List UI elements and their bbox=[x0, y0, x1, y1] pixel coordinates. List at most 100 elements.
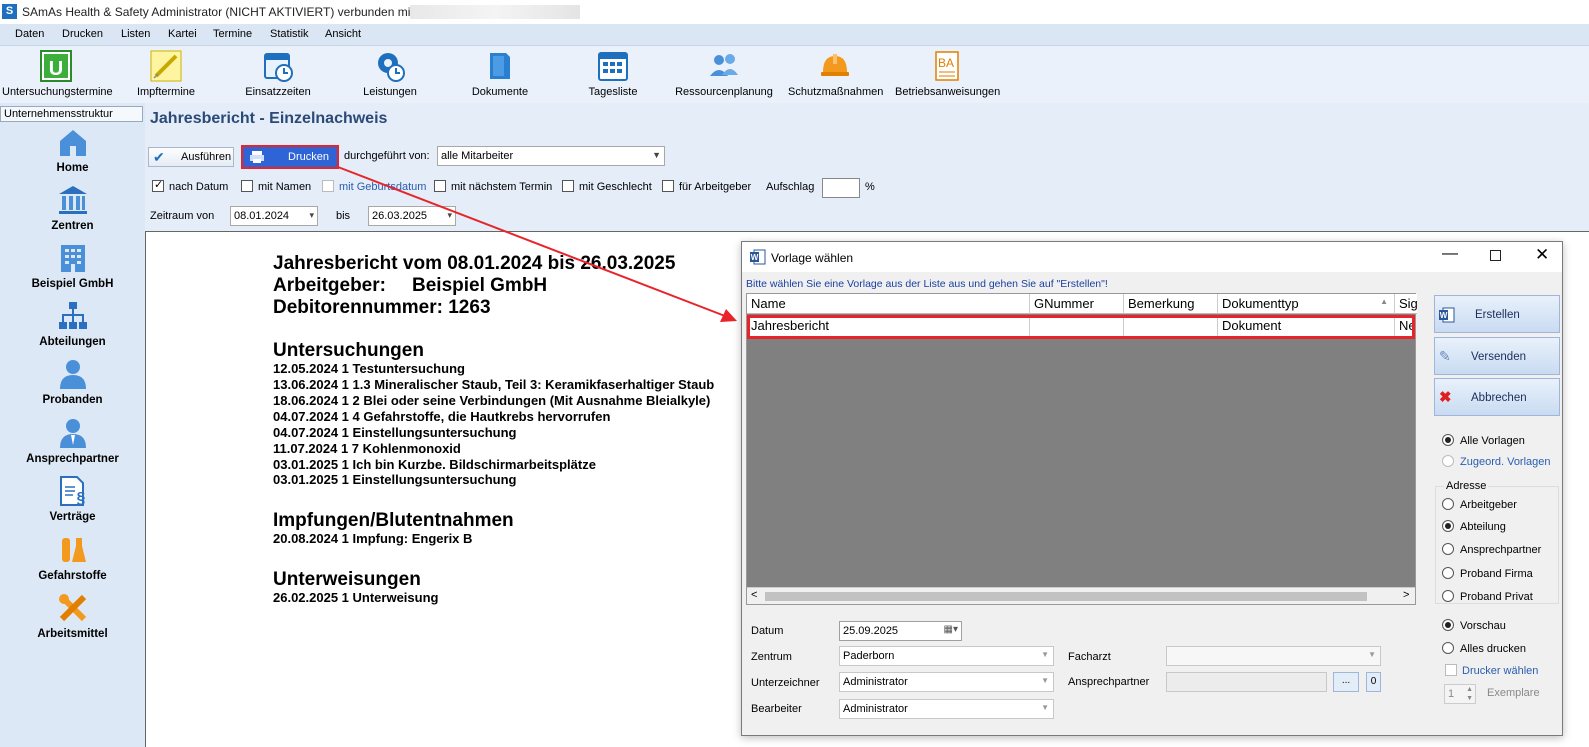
column-header-sig[interactable]: Sig bbox=[1395, 294, 1417, 314]
send-button[interactable]: ✎ Versenden bbox=[1434, 337, 1560, 375]
period-from-date[interactable]: 08.01.2024 ▾ bbox=[230, 206, 318, 226]
toolbar-label: Untersuchungstermine bbox=[2, 86, 113, 98]
performed-by-select[interactable]: alle Mitarbeiter ▼ bbox=[437, 146, 665, 166]
table-row[interactable]: Jahresbericht Dokument Nei bbox=[747, 315, 1415, 339]
nav-gefahrstoffe[interactable]: Gefahrstoffe bbox=[0, 534, 145, 582]
nav-probanden[interactable]: Probanden bbox=[0, 358, 145, 406]
nav-home[interactable]: Home bbox=[0, 126, 145, 174]
nav-ansprechpartner[interactable]: Ansprechpartner bbox=[0, 417, 145, 465]
output-preview[interactable]: Vorschau bbox=[1442, 619, 1506, 632]
radio-button[interactable] bbox=[1442, 642, 1454, 654]
menu-listen[interactable]: Listen bbox=[121, 28, 150, 40]
option-mit-naechstem-termin[interactable]: mit nächstem Termin bbox=[434, 180, 552, 193]
minimize-icon[interactable]: — bbox=[1442, 245, 1458, 263]
contact-field[interactable] bbox=[1166, 672, 1327, 692]
toolbar-betriebsanweisungen[interactable]: BA Betriebsanweisungen bbox=[895, 50, 1000, 98]
menu-ansicht[interactable]: Ansicht bbox=[325, 28, 361, 40]
address-ansprechpartner[interactable]: Ansprechpartner bbox=[1442, 543, 1541, 556]
filter-assigned-templates[interactable]: Zugeord. Vorlagen bbox=[1442, 455, 1551, 468]
checkbox[interactable] bbox=[152, 178, 164, 192]
address-proband-firma[interactable]: Proband Firma bbox=[1442, 567, 1533, 580]
checkbox[interactable] bbox=[241, 180, 253, 192]
nav-label: Ansprechpartner bbox=[26, 453, 119, 465]
output-print-all[interactable]: Alles drucken bbox=[1442, 642, 1526, 655]
option-nach-datum[interactable]: nach Datum bbox=[152, 178, 228, 193]
nav-beispiel-gmbh[interactable]: Beispiel GmbH bbox=[0, 242, 145, 290]
checkbox-label: mit nächstem Termin bbox=[451, 181, 553, 193]
address-arbeitgeber[interactable]: Arbeitgeber bbox=[1442, 498, 1517, 511]
menu-daten[interactable]: Daten bbox=[15, 28, 44, 40]
editor-select[interactable]: Administrator ▼ bbox=[839, 699, 1054, 719]
physician-select[interactable]: ▼ bbox=[1166, 646, 1381, 666]
period-to-date[interactable]: 26.03.2025 ▾ bbox=[368, 206, 456, 226]
stepper-arrows-icon[interactable]: ▲ ▼ bbox=[1466, 685, 1473, 703]
option-mit-namen[interactable]: mit Namen bbox=[241, 180, 311, 193]
option-mit-geburtsdatum[interactable]: mit Geburtsdatum bbox=[322, 180, 426, 193]
radio-button[interactable] bbox=[1442, 567, 1454, 579]
copies-stepper[interactable]: 1 ▲ ▼ bbox=[1444, 684, 1476, 704]
print-button[interactable]: Drucken bbox=[241, 145, 339, 169]
checkbox[interactable] bbox=[322, 180, 334, 192]
period-from-label: Zeitraum von bbox=[150, 210, 215, 222]
checkbox[interactable] bbox=[562, 180, 574, 192]
toolbar-impftermine[interactable]: Impftermine bbox=[130, 50, 202, 98]
toolbar-leistungen[interactable]: Leistungen bbox=[355, 50, 425, 98]
horizontal-scrollbar[interactable]: < > bbox=[747, 587, 1415, 604]
cancel-button[interactable]: ✖ Abbrechen bbox=[1434, 378, 1560, 416]
address-abteilung[interactable]: Abteilung bbox=[1442, 520, 1506, 533]
radio-button[interactable] bbox=[1442, 455, 1454, 467]
nav-zentren[interactable]: Zentren bbox=[0, 184, 145, 232]
column-header-bemerkung[interactable]: Bemerkung bbox=[1124, 294, 1218, 314]
nav-arbeitsmittel[interactable]: Arbeitsmittel bbox=[0, 592, 145, 640]
filter-all-templates[interactable]: Alle Vorlagen bbox=[1442, 434, 1525, 447]
radio-button[interactable] bbox=[1442, 520, 1454, 532]
structure-tab[interactable]: Unternehmensstruktur bbox=[0, 106, 143, 122]
scrollbar-thumb[interactable] bbox=[765, 592, 1367, 601]
contact-count-button[interactable]: 0 bbox=[1366, 672, 1381, 692]
menu-termine[interactable]: Termine bbox=[213, 28, 252, 40]
calendar-dropdown-icon[interactable]: ▦▾ bbox=[944, 624, 958, 635]
checkbox[interactable] bbox=[662, 180, 674, 192]
toolbar-schutzmassnahmen[interactable]: Schutzmaßnahmen bbox=[788, 50, 883, 98]
tools-icon bbox=[57, 592, 89, 624]
date-picker[interactable]: 25.09.2025 ▦▾ bbox=[839, 621, 962, 641]
nav-abteilungen[interactable]: Abteilungen bbox=[0, 300, 145, 348]
menu-drucken[interactable]: Drucken bbox=[62, 28, 103, 40]
scroll-left-icon[interactable]: < bbox=[751, 589, 757, 601]
toolbar-label: Dokumente bbox=[471, 86, 529, 98]
run-button[interactable]: ✔ Ausführen bbox=[148, 147, 234, 167]
column-header-gnummer[interactable]: GNummer bbox=[1030, 294, 1124, 314]
radio-button[interactable] bbox=[1442, 590, 1454, 602]
address-proband-privat[interactable]: Proband Privat bbox=[1442, 590, 1533, 603]
option-mit-geschlecht[interactable]: mit Geschlecht bbox=[562, 180, 652, 193]
contact-label: Ansprechpartner bbox=[1068, 676, 1150, 688]
template-grid[interactable]: Name GNummer Bemerkung Dokumenttyp ▲ Sig… bbox=[746, 293, 1417, 605]
menu-statistik[interactable]: Statistik bbox=[270, 28, 309, 40]
contact-browse-button[interactable]: ... bbox=[1333, 672, 1359, 692]
surcharge-input[interactable] bbox=[822, 178, 860, 198]
center-select[interactable]: Paderborn ▼ bbox=[839, 646, 1054, 666]
choose-printer-option[interactable]: Drucker wählen bbox=[1445, 664, 1538, 677]
checkbox[interactable] bbox=[1445, 664, 1457, 676]
radio-button[interactable] bbox=[1442, 498, 1454, 510]
menu-kartei[interactable]: Kartei bbox=[168, 28, 197, 40]
toolbar-ressourcenplanung[interactable]: Ressourcenplanung bbox=[674, 50, 774, 98]
column-header-name[interactable]: Name bbox=[747, 294, 1030, 314]
toolbar-tagesliste[interactable]: Tagesliste bbox=[584, 50, 642, 98]
create-button[interactable]: W Erstellen bbox=[1434, 295, 1560, 333]
toolbar-einsatzzeiten[interactable]: Einsatzzeiten bbox=[243, 50, 313, 98]
option-fuer-arbeitgeber[interactable]: für Arbeitgeber bbox=[662, 180, 751, 193]
signer-select[interactable]: Administrator ▼ bbox=[839, 672, 1054, 692]
checkbox[interactable] bbox=[434, 180, 446, 192]
radio-button[interactable] bbox=[1442, 434, 1454, 446]
toolbar-dokumente[interactable]: Dokumente bbox=[468, 50, 532, 98]
toolbar-untersuchungstermine[interactable]: U Untersuchungstermine bbox=[2, 50, 113, 98]
run-label: Ausführen bbox=[181, 151, 232, 163]
nav-vertraege[interactable]: § Verträge bbox=[0, 475, 145, 523]
maximize-icon[interactable] bbox=[1490, 250, 1501, 261]
column-header-dokumenttyp[interactable]: Dokumenttyp ▲ bbox=[1218, 294, 1395, 314]
close-icon[interactable]: ✕ bbox=[1535, 245, 1549, 265]
radio-button[interactable] bbox=[1442, 619, 1454, 631]
scroll-right-icon[interactable]: > bbox=[1403, 589, 1409, 601]
radio-button[interactable] bbox=[1442, 543, 1454, 555]
